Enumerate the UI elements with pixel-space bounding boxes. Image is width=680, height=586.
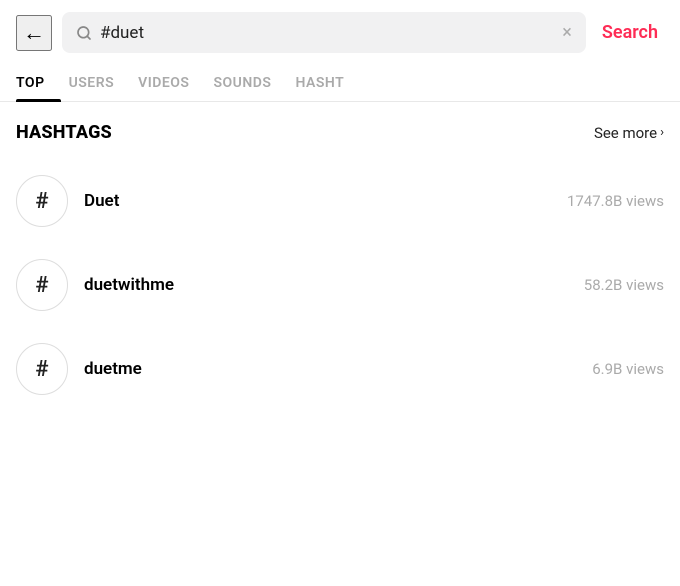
- tab-bar: TOP USERS VIDEOS SOUNDS HASHT: [0, 65, 680, 102]
- list-item[interactable]: # Duet 1747.8B views: [16, 159, 664, 243]
- main-content: HASHTAGS See more › # Duet 1747.8B views…: [0, 102, 680, 431]
- search-bar: ×: [62, 12, 586, 53]
- hashtag-info: Duet: [84, 191, 567, 211]
- hashtag-icon-circle: #: [16, 259, 68, 311]
- hashtag-views: 6.9B views: [592, 360, 664, 378]
- tab-hashtags[interactable]: HASHT: [295, 65, 360, 101]
- section-title: HASHTAGS: [16, 122, 112, 143]
- hashtag-views: 58.2B views: [584, 276, 664, 294]
- hashtag-icon-circle: #: [16, 343, 68, 395]
- tab-top[interactable]: TOP: [16, 65, 61, 101]
- see-more-button[interactable]: See more ›: [594, 124, 664, 142]
- back-button[interactable]: ←: [16, 15, 52, 51]
- hashtag-info: duetwithme: [84, 275, 584, 295]
- hashtag-name: duetme: [84, 359, 592, 379]
- hashtag-info: duetme: [84, 359, 592, 379]
- hashtag-list: # Duet 1747.8B views # duetwithme 58.2B …: [16, 159, 664, 411]
- tab-videos[interactable]: VIDEOS: [138, 65, 205, 101]
- search-button[interactable]: Search: [596, 18, 664, 47]
- list-item[interactable]: # duetwithme 58.2B views: [16, 243, 664, 327]
- tab-users[interactable]: USERS: [69, 65, 131, 101]
- tab-sounds[interactable]: SOUNDS: [213, 65, 287, 101]
- hashtag-icon-circle: #: [16, 175, 68, 227]
- hashtag-name: Duet: [84, 191, 567, 211]
- hashtag-icon: #: [35, 273, 48, 298]
- back-arrow-icon: ←: [23, 20, 45, 46]
- hashtag-icon: #: [35, 357, 48, 382]
- search-header: ← × Search: [0, 0, 680, 65]
- search-input[interactable]: [100, 23, 554, 43]
- search-icon: [76, 25, 92, 41]
- section-header: HASHTAGS See more ›: [16, 122, 664, 143]
- hashtag-views: 1747.8B views: [567, 192, 664, 210]
- chevron-right-icon: ›: [660, 125, 664, 140]
- hashtag-icon: #: [35, 189, 48, 214]
- list-item[interactable]: # duetme 6.9B views: [16, 327, 664, 411]
- hashtag-name: duetwithme: [84, 275, 584, 295]
- clear-button[interactable]: ×: [562, 22, 572, 43]
- see-more-label: See more: [594, 124, 657, 142]
